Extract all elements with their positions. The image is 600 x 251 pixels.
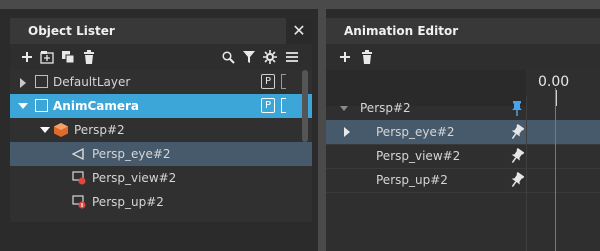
tree-row-persp-eye[interactable]: Persp_eye#2 [10,142,312,166]
pin-icon[interactable] [510,171,525,188]
add-icon[interactable] [18,48,36,66]
object-lister-toolbar [10,44,312,70]
visibility-checkbox[interactable] [35,75,48,88]
pin-icon[interactable] [510,147,525,164]
expand-arrow-icon[interactable] [20,78,26,88]
target-icon [72,171,86,185]
tree-row-persp-view[interactable]: Persp_view#2 [10,166,312,190]
animation-editor-toolbar [326,44,600,70]
track-row-persp-up[interactable]: Persp_up#2 [326,168,600,193]
timecode: 0.00 [538,74,570,90]
panel-divider[interactable] [318,9,326,251]
object-lister-panel: Object Lister ✕ DefaultLayer P AnimCamer… [10,18,312,222]
track-label: Persp_eye#2 [376,125,455,139]
duplicate-icon[interactable] [59,48,77,66]
delete-icon[interactable] [80,48,98,66]
tree-row-persp-up[interactable]: Persp_up#2 [10,190,312,214]
collapse-arrow-icon[interactable] [18,103,28,109]
add-icon[interactable] [336,48,354,66]
settings-icon[interactable] [261,48,279,66]
top-strip [0,0,600,9]
collapse-arrow-icon[interactable] [40,127,50,133]
track-row-persp-view[interactable]: Persp_view#2 [326,144,600,169]
pin-badge[interactable]: P [261,98,275,113]
tree-row-label: Persp_eye#2 [92,147,171,161]
close-icon[interactable]: ✕ [286,18,312,44]
animation-editor-title: Animation Editor [344,24,459,38]
search-icon[interactable] [219,48,237,66]
lock-bracket-icon[interactable] [281,98,286,113]
eye-camera-icon [71,147,86,161]
object-tree: DefaultLayer P AnimCamera P Persp#2 Pers… [10,70,312,222]
animation-editor-header: Animation Editor [326,18,600,44]
camera-cube-icon [54,123,68,137]
menu-icon[interactable] [283,48,301,66]
track-list: Persp#2 Persp_eye#2 Persp_view#2 Persp_u… [326,96,600,251]
vertical-scrollbar[interactable] [302,70,308,142]
tree-row-label: AnimCamera [53,99,140,113]
playhead[interactable] [555,88,556,251]
tree-row-label: Persp#2 [74,123,125,137]
filter-icon[interactable] [240,48,258,66]
track-row-persp[interactable]: Persp#2 [326,96,600,121]
pin-badge[interactable]: P [261,74,275,89]
track-label: Persp_view#2 [376,149,461,163]
lock-bracket-icon[interactable] [281,74,286,89]
track-separator [526,96,527,251]
tree-row-persp[interactable]: Persp#2 [10,118,312,142]
tree-row-defaultlayer[interactable]: DefaultLayer P [10,70,312,94]
tree-row-label: Persp_view#2 [92,171,177,185]
expand-arrow-icon[interactable] [344,127,350,137]
track-label: Persp_up#2 [376,173,448,187]
track-row-persp-eye[interactable]: Persp_eye#2 [326,120,600,145]
track-label: Persp#2 [360,101,411,115]
tree-row-label: Persp_up#2 [92,195,164,209]
pin-icon[interactable] [510,100,524,116]
collapse-arrow-icon[interactable] [340,106,348,111]
delete-icon[interactable] [358,48,376,66]
object-lister-title: Object Lister [28,24,115,38]
pin-icon[interactable] [510,123,525,140]
tree-row-label: DefaultLayer [53,75,131,89]
visibility-checkbox[interactable] [35,99,48,112]
up-vector-icon [72,195,86,209]
object-lister-header: Object Lister ✕ [10,18,312,44]
tree-row-animcamera[interactable]: AnimCamera P [10,94,312,118]
animation-editor-panel: Animation Editor 0.00 Persp#2 Persp_eye#… [326,18,600,251]
add-node-icon[interactable] [38,48,56,66]
